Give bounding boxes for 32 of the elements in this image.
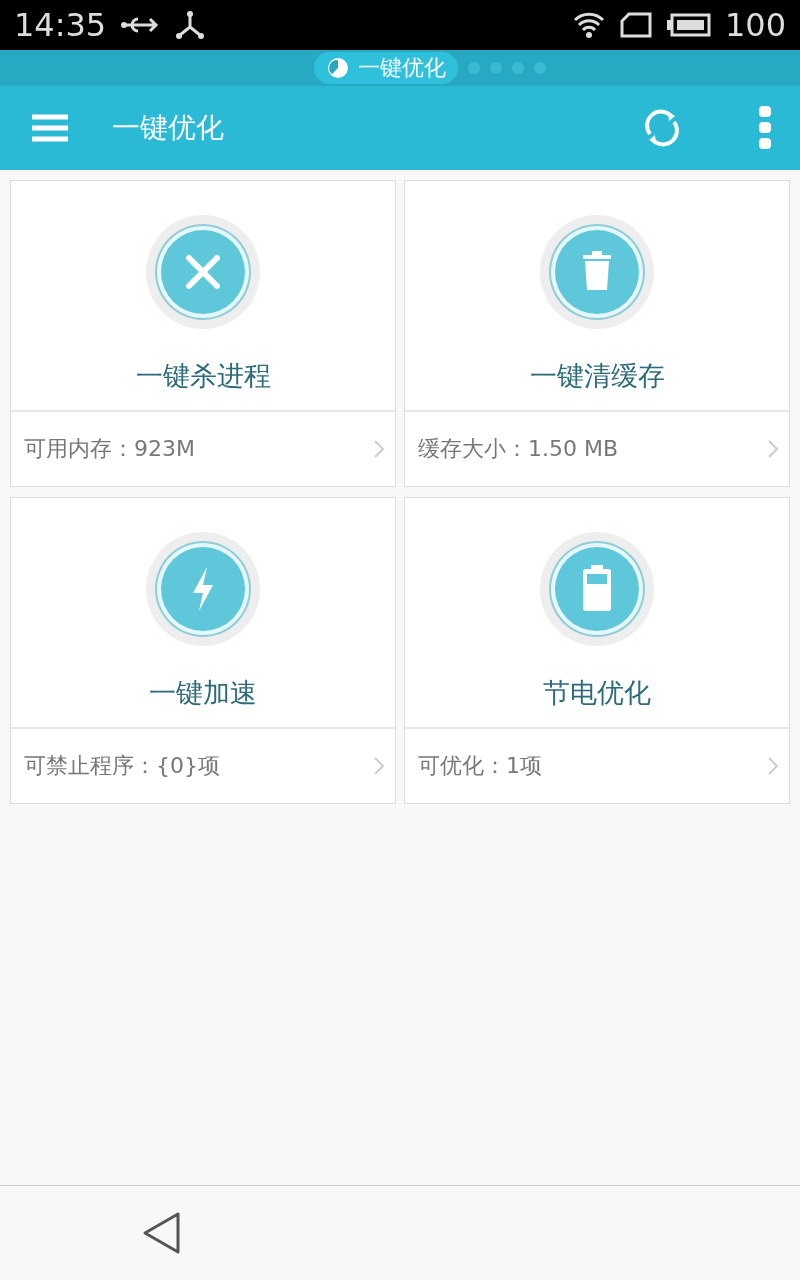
chevron-right-icon bbox=[373, 439, 385, 459]
chevron-right-icon bbox=[373, 756, 385, 776]
card-title: 一键加速 bbox=[149, 676, 257, 710]
pie-chart-icon bbox=[326, 56, 350, 80]
menu-button[interactable] bbox=[32, 113, 68, 143]
more-options-button[interactable] bbox=[758, 106, 772, 150]
back-button[interactable] bbox=[142, 1211, 182, 1255]
refresh-button[interactable] bbox=[642, 108, 682, 148]
usb-icon bbox=[174, 9, 207, 41]
battery-level: 100 bbox=[724, 6, 786, 44]
card-detail: 可禁止程序：{0}项 bbox=[24, 752, 220, 780]
status-time: 14:35 bbox=[14, 6, 107, 44]
battery-icon bbox=[539, 531, 655, 647]
card-detail: 缓存大小：1.50 MB bbox=[418, 435, 619, 463]
trash-icon bbox=[539, 214, 655, 330]
feature-card[interactable]: 节电优化 可优化：1项 bbox=[404, 497, 790, 804]
sim-card-icon bbox=[618, 11, 653, 39]
feature-card[interactable]: 一键加速 可禁止程序：{0}项 bbox=[10, 497, 396, 804]
lightning-icon bbox=[145, 531, 261, 647]
app-title: 一键优化 bbox=[112, 110, 225, 146]
card-title: 一键杀进程 bbox=[135, 359, 271, 393]
chevron-right-icon bbox=[767, 439, 779, 459]
feature-card[interactable]: 一键清缓存 缓存大小：1.50 MB bbox=[404, 180, 790, 487]
chevron-right-icon bbox=[767, 756, 779, 776]
battery-icon bbox=[666, 11, 711, 39]
card-detail: 可用内存：923M bbox=[24, 435, 195, 463]
wifi-icon bbox=[572, 11, 605, 39]
card-title: 节电优化 bbox=[543, 676, 651, 710]
card-detail: 可优化：1项 bbox=[418, 752, 542, 780]
card-title: 一键清缓存 bbox=[529, 359, 665, 393]
close-icon bbox=[145, 214, 261, 330]
feature-card[interactable]: 一键杀进程 可用内存：923M bbox=[10, 180, 396, 487]
